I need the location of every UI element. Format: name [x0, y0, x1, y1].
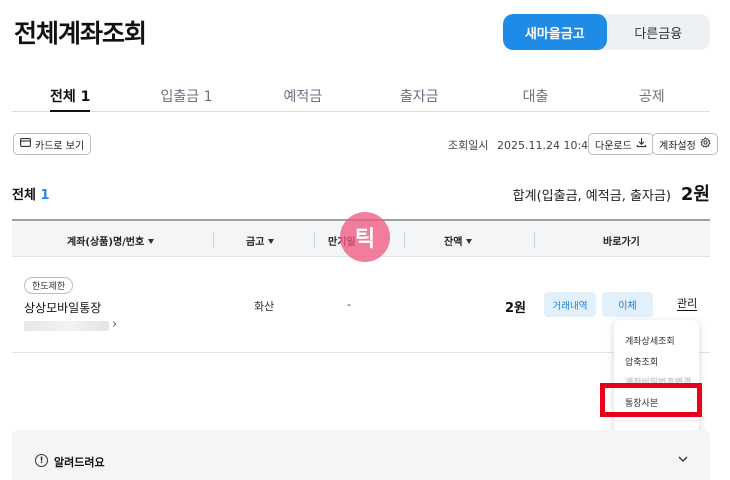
highlight-box	[600, 383, 702, 417]
tab-all[interactable]: 전체 1	[12, 78, 128, 112]
header-divider	[314, 232, 315, 248]
header-divider	[213, 232, 214, 248]
chevron-right-icon[interactable]: ›	[112, 317, 117, 332]
segment-other-financial[interactable]: 다른금융	[607, 14, 711, 50]
account-tabs: 전체 1 입출금 1 예적금 출자금 대출 공제	[12, 78, 710, 112]
header-account-label: 계좌(상품)명/번호	[67, 237, 145, 248]
total-sum: 합계(입출금, 예적금, 출자금) 2원	[513, 180, 710, 206]
limit-badge: 한도제한	[24, 277, 74, 294]
account-settings-button[interactable]: 계좌설정	[652, 133, 718, 155]
menu-item-account-detail[interactable]: 계좌상세조회	[625, 334, 675, 347]
menu-divider	[614, 420, 699, 421]
total-sum-label: 합계(입출금, 예적금, 출자금)	[512, 189, 671, 204]
account-name[interactable]: 상상모바일통장	[24, 299, 101, 316]
transfer-button[interactable]: 이체	[602, 292, 653, 317]
manage-link[interactable]: 관리	[677, 297, 698, 311]
inquiry-label: 조회일시	[448, 139, 489, 152]
card-view-button[interactable]: 카드로 보기	[13, 133, 92, 155]
total-all-count: 1	[40, 188, 50, 203]
card-icon	[20, 138, 31, 150]
table-row: 한도제한 상상모바일통장 › 화산 - 2원 거래내역 이체 관리	[12, 257, 710, 353]
institution-segment: 새마을금고 다른금융	[503, 14, 710, 50]
tab-investment[interactable]: 출자금	[361, 78, 477, 111]
total-sum-amount: 2원	[680, 184, 710, 205]
sort-caret-icon	[466, 239, 473, 244]
gear-icon	[700, 137, 711, 151]
menu-item-compressed-view[interactable]: 압축조회	[625, 355, 658, 368]
chevron-down-icon[interactable]	[676, 452, 690, 466]
transaction-history-button[interactable]: 거래내역	[544, 292, 596, 317]
total-count: 전체 1	[12, 184, 50, 203]
watermark-stamp: 틱	[340, 212, 390, 262]
segment-saemaeul[interactable]: 새마을금고	[503, 14, 607, 50]
header-divider	[404, 232, 405, 248]
notice-title: 알려드려요	[54, 456, 105, 469]
info-circle-icon: !	[35, 454, 48, 467]
balance: 2원	[505, 301, 527, 316]
download-icon	[636, 137, 647, 151]
tab-savings[interactable]: 예적금	[245, 78, 361, 111]
tab-deposit-withdrawal[interactable]: 입출금 1	[128, 78, 244, 111]
header-shortcut: 바로가기	[603, 237, 640, 248]
header-account[interactable]: 계좌(상품)명/번호	[67, 233, 155, 248]
header-balance-label: 잔액	[444, 237, 463, 248]
page-title: 전체계좌조회	[14, 19, 147, 48]
notice-panel[interactable]: ! 알려드려요	[12, 430, 710, 480]
bank-branch: 화산	[254, 300, 275, 313]
sort-caret-icon	[268, 239, 275, 244]
header-divider	[534, 232, 535, 248]
total-all-label: 전체	[12, 188, 36, 203]
download-label: 다운로드	[595, 140, 632, 152]
card-view-label: 카드로 보기	[35, 140, 85, 152]
header-bank-label: 금고	[246, 237, 265, 248]
header-bank[interactable]: 금고	[246, 233, 275, 248]
header-balance[interactable]: 잔액	[444, 233, 473, 248]
tab-loan[interactable]: 대출	[477, 78, 593, 111]
settings-label: 계좌설정	[659, 140, 696, 152]
download-button[interactable]: 다운로드	[588, 133, 654, 155]
account-number-masked	[24, 321, 109, 331]
sort-caret-icon	[148, 239, 155, 244]
tab-insurance[interactable]: 공제	[594, 78, 710, 111]
maturity-date: -	[347, 298, 351, 311]
